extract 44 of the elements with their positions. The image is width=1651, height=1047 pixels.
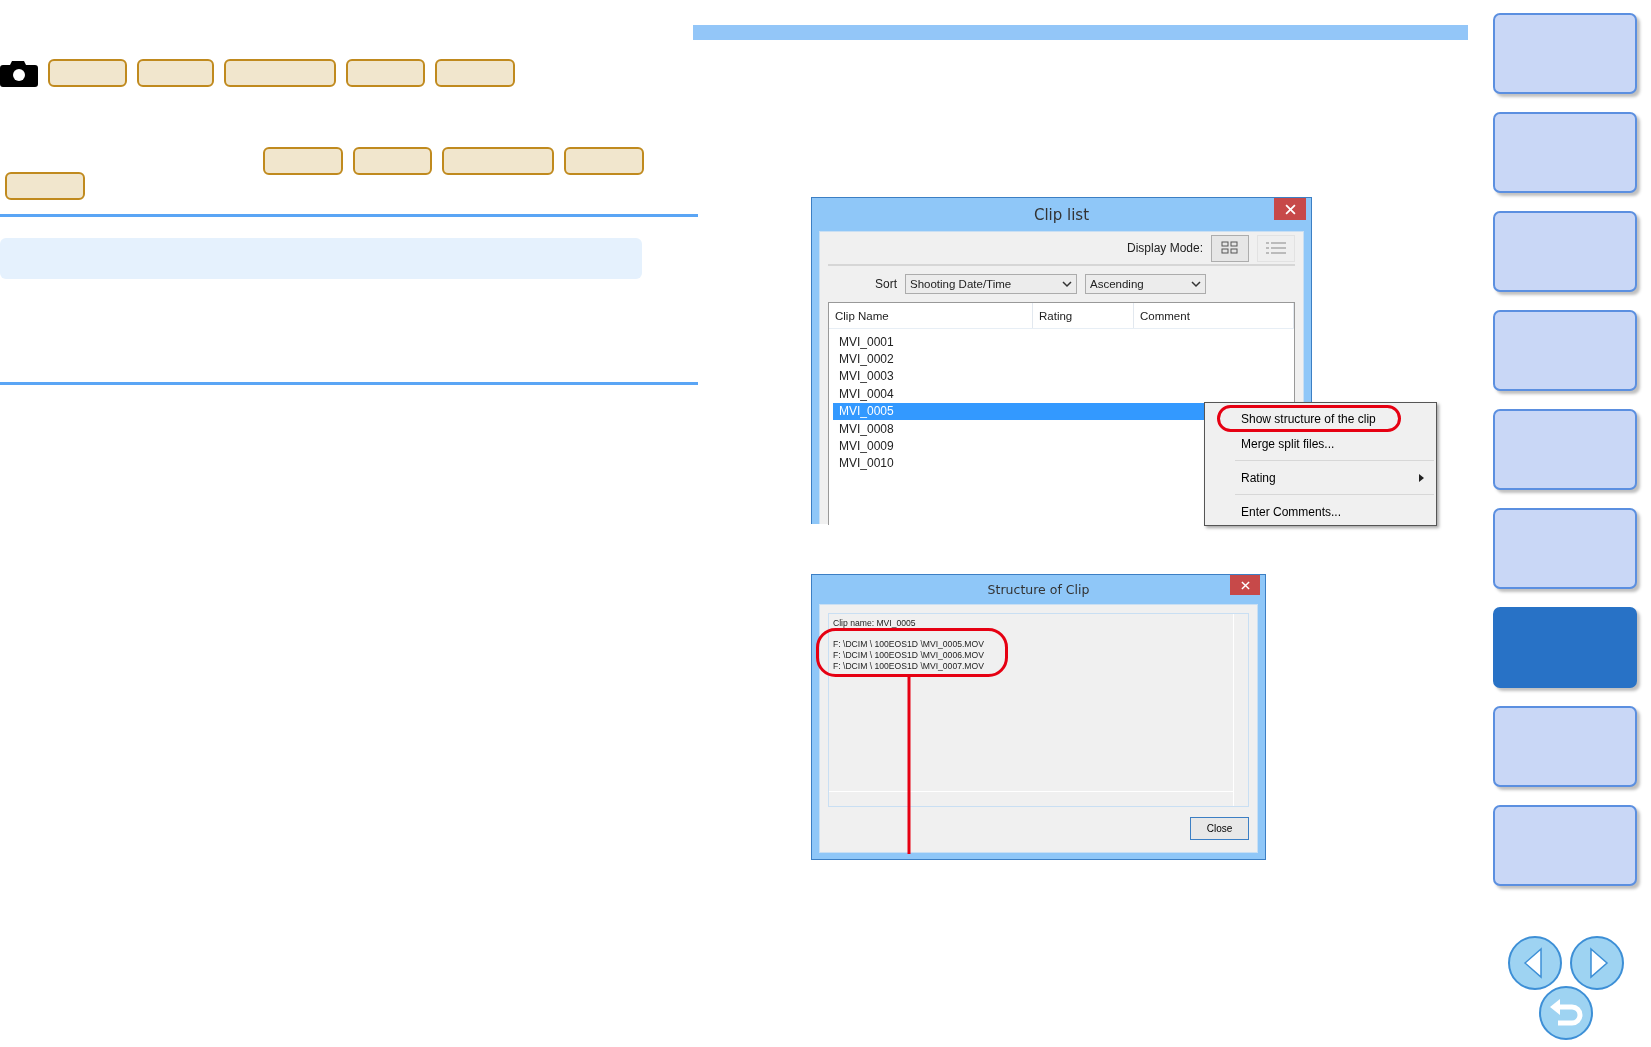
return-button[interactable]	[1538, 985, 1594, 1041]
order-dropdown[interactable]: Ascending	[1085, 274, 1206, 294]
view-mode-button[interactable]	[1211, 234, 1249, 262]
sidebar-tab[interactable]	[1493, 112, 1637, 193]
close-button[interactable]	[1274, 198, 1306, 220]
clip-row[interactable]: MVI_0002	[833, 350, 1290, 368]
clip-row[interactable]: MVI_0004	[833, 385, 1290, 403]
close-button[interactable]	[1230, 575, 1260, 595]
structure-text-area[interactable]: Clip name: MVI_0005 F: \DCIM \ 100EOS1D \MVI_0005.MOV F: \DCIM \ 100EOS1D \MVI_0006.MOV F: \DCIM \ 100EOS1D \MVI_0007.MOV	[828, 613, 1249, 807]
sidebar-tab[interactable]	[1493, 13, 1637, 94]
dropdown-caret-icon	[1062, 280, 1072, 288]
column-header[interactable]: Rating	[1033, 303, 1134, 328]
sidebar-tab[interactable]	[1493, 508, 1637, 589]
sidebar-tab[interactable]	[1493, 706, 1637, 787]
sidebar-tab[interactable]	[1493, 211, 1637, 292]
camera-icon	[0, 59, 38, 87]
column-header[interactable]: Comment	[1134, 303, 1294, 328]
sidebar-tab[interactable]	[1493, 310, 1637, 391]
sort-label: Sort	[875, 277, 897, 291]
menu-item[interactable]: Enter Comments...	[1205, 500, 1436, 523]
window-title: Structure of Clip	[987, 582, 1090, 597]
grid-icon	[1221, 241, 1239, 255]
clip-row[interactable]: MVI_0003	[833, 367, 1290, 386]
sort-dropdown[interactable]: Shooting Date/Time	[905, 274, 1077, 294]
clip-row[interactable]: MVI_0001	[833, 333, 1290, 351]
file-path-text: F: \DCIM \ 100EOS1D \MVI_0006.MOV	[833, 650, 985, 661]
clip-name-text: Clip name: MVI_0005	[833, 618, 917, 629]
dropdown-caret-icon	[1191, 280, 1201, 288]
close-icon	[1284, 203, 1296, 215]
window-title: Clip list	[1033, 205, 1090, 224]
previous-page-button[interactable]	[1507, 935, 1563, 991]
display-mode-label: Display Mode:	[1126, 241, 1203, 255]
file-path-text: F: \DCIM \ 100EOS1D \MVI_0007.MOV	[833, 661, 985, 672]
close-button[interactable]: Close	[1190, 817, 1249, 840]
next-page-button[interactable]	[1569, 935, 1625, 991]
list-icon	[1266, 241, 1286, 255]
menu-item[interactable]: Merge split files...	[1205, 432, 1436, 455]
sidebar-tab[interactable]	[1493, 409, 1637, 490]
menu-item[interactable]: Rating	[1205, 466, 1436, 489]
submenu-arrow-icon	[1419, 473, 1424, 482]
sidebar-tab[interactable]	[1493, 805, 1637, 886]
column-header[interactable]: Clip Name	[829, 303, 1033, 328]
close-icon	[1240, 580, 1250, 590]
file-path-text: F: \DCIM \ 100EOS1D \MVI_0005.MOV	[833, 639, 985, 650]
